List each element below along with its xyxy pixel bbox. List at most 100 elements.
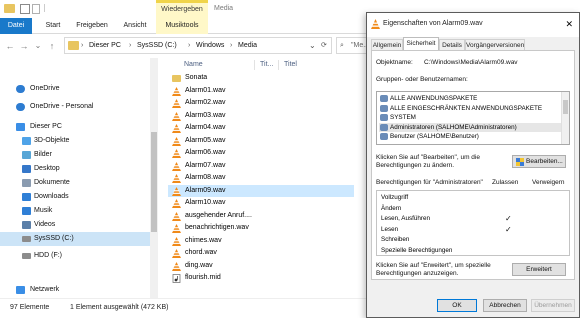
properties-quick-access-icon[interactable] bbox=[20, 4, 30, 14]
file-row[interactable]: chimes.wav bbox=[168, 235, 354, 248]
sidebar-item-label: Videos bbox=[34, 221, 56, 228]
refresh-icon[interactable]: ⟳ bbox=[321, 38, 327, 53]
file-name: chimes.wav bbox=[185, 236, 222, 244]
sidebar-item-netzwerk[interactable]: Netzwerk bbox=[0, 283, 150, 297]
column-header-titel[interactable]: Titel bbox=[284, 58, 297, 72]
sidebar-item-videos[interactable]: Videos bbox=[0, 218, 150, 232]
file-row[interactable]: ding.wav bbox=[168, 260, 354, 273]
address-bar[interactable]: › Dieser PC › SysSSD (C:) › Windows › Me… bbox=[64, 37, 332, 54]
tab-ansicht[interactable]: Ansicht bbox=[118, 18, 152, 34]
security-tab-panel: Objektname: C:\Windows\Media\Alarm09.wav… bbox=[371, 50, 575, 280]
sidebar-item-downloads[interactable]: Downloads bbox=[0, 190, 150, 204]
context-tab-header[interactable]: Wiedergeben bbox=[156, 0, 208, 18]
sidebar-item-musik[interactable]: Musik bbox=[0, 204, 150, 218]
file-row[interactable]: Alarm08.wav bbox=[168, 172, 354, 185]
file-row[interactable]: Alarm07.wav bbox=[168, 160, 354, 173]
sidebar-item-bilder[interactable]: Bilder bbox=[0, 148, 150, 162]
vlc-audio-icon bbox=[172, 99, 181, 108]
vlc-audio-icon bbox=[172, 249, 181, 258]
group-list-item[interactable]: Benutzer (SALHOME\Benutzer) bbox=[379, 132, 561, 141]
tab-datei[interactable]: Datei bbox=[0, 18, 32, 34]
sidebar-item-label: HDD (F:) bbox=[34, 252, 62, 259]
breadcrumb-sysssd[interactable]: SysSSD (C:) bbox=[137, 38, 177, 53]
file-row[interactable]: chord.wav bbox=[168, 247, 354, 260]
column-separator[interactable] bbox=[254, 60, 255, 70]
object-name-value[interactable]: C:\Windows\Media\Alarm09.wav bbox=[424, 59, 518, 66]
group-list-item[interactable]: ALLE EINGESCHRÄNKTEN ANWENDUNGSPAKETE bbox=[379, 104, 561, 113]
breadcrumb-dieser-pc[interactable]: Dieser PC bbox=[89, 38, 121, 53]
forward-button[interactable]: → bbox=[18, 39, 30, 53]
object-name-label: Objektname: bbox=[376, 59, 413, 66]
ok-button[interactable]: OK bbox=[437, 299, 477, 312]
file-row[interactable]: Sonata bbox=[168, 72, 354, 85]
column-separator[interactable] bbox=[278, 60, 279, 70]
dialog-title: Eigenschaften von Alarm09.wav bbox=[383, 20, 483, 27]
breadcrumb-media[interactable]: Media bbox=[238, 38, 257, 53]
permission-row: Ändern bbox=[379, 204, 569, 214]
vlc-audio-icon bbox=[172, 124, 181, 133]
sidebar-item-dokumente[interactable]: Dokumente bbox=[0, 176, 150, 190]
group-list-scrollbar[interactable] bbox=[561, 92, 569, 144]
group-list-scroll-thumb[interactable] bbox=[563, 100, 568, 114]
sidebar-item-onedrive[interactable]: OneDrive bbox=[0, 82, 150, 96]
advanced-button[interactable]: Erweitert bbox=[512, 263, 566, 276]
permission-list: Vollzugriff Ändern Lesen, Ausführen ✓ Lesen ✓… bbox=[376, 190, 570, 256]
group-list-item[interactable]: Administratoren (SALHOME\Administratoren… bbox=[379, 122, 561, 132]
file-row[interactable]: Alarm04.wav bbox=[168, 122, 354, 135]
folder-icon bbox=[172, 75, 181, 82]
sidebar-item-desktop[interactable]: Desktop bbox=[0, 162, 150, 176]
address-dropdown-icon[interactable]: ⌄ bbox=[309, 38, 316, 53]
user-group-icon bbox=[380, 95, 388, 102]
file-row[interactable]: Alarm03.wav bbox=[168, 110, 354, 123]
file-row[interactable]: Alarm05.wav bbox=[168, 135, 354, 148]
breadcrumb-separator: › bbox=[129, 42, 132, 49]
cloud-icon bbox=[16, 103, 25, 111]
group-list-item[interactable]: ALLE ANWENDUNGSPAKETE bbox=[379, 94, 561, 103]
recent-locations-button[interactable]: ⌄ bbox=[32, 39, 44, 53]
file-row[interactable]: Alarm06.wav bbox=[168, 147, 354, 160]
group-list-item[interactable]: SYSTEM bbox=[379, 113, 561, 122]
new-folder-quick-access-icon[interactable] bbox=[32, 4, 40, 14]
vlc-audio-icon bbox=[172, 261, 181, 271]
back-button[interactable]: ← bbox=[4, 39, 16, 53]
tab-sicherheit[interactable]: Sicherheit bbox=[403, 37, 439, 51]
tab-freigeben[interactable]: Freigeben bbox=[72, 18, 112, 34]
tab-start[interactable]: Start bbox=[38, 18, 68, 34]
edit-button[interactable]: Bearbeiten... bbox=[512, 155, 566, 168]
nav-pane-scroll-thumb[interactable] bbox=[151, 132, 157, 232]
apply-button[interactable]: Übernehmen bbox=[531, 299, 575, 312]
sidebar-item-sysssd[interactable]: SysSSD (C:) bbox=[0, 232, 150, 246]
sidebar-item-3d-objekte[interactable]: 3D-Objekte bbox=[0, 134, 150, 148]
sidebar-item-hdd[interactable]: HDD (F:) bbox=[0, 249, 150, 263]
vlc-audio-icon bbox=[172, 174, 181, 183]
file-row[interactable]: ausgehender Anruf.... bbox=[168, 210, 354, 223]
group-list[interactable]: ALLE ANWENDUNGSPAKETE ALLE EINGESCHRÄNKTE… bbox=[376, 91, 570, 145]
file-row[interactable]: Alarm10.wav bbox=[168, 197, 354, 210]
permission-row: Vollzugriff bbox=[379, 193, 569, 203]
column-header-title-short[interactable]: Tit... bbox=[260, 58, 273, 72]
permission-name: Schreiben bbox=[381, 236, 410, 243]
sidebar-item-dieser-pc[interactable]: Dieser PC bbox=[0, 120, 150, 134]
permission-name: Lesen bbox=[381, 225, 399, 233]
sidebar-item-onedrive-personal[interactable]: OneDrive - Personal bbox=[0, 100, 150, 114]
pictures-icon bbox=[22, 151, 31, 159]
vlc-audio-icon bbox=[172, 136, 181, 146]
tab-musiktools[interactable]: Musiktools bbox=[156, 18, 208, 34]
column-header-name[interactable]: Name bbox=[184, 58, 203, 72]
file-row[interactable]: flourish.mid bbox=[168, 272, 354, 285]
status-bar: 97 Elemente 1 Element ausgewählt (472 KB… bbox=[0, 298, 366, 318]
file-name: benachrichtigen.wav bbox=[185, 224, 249, 231]
file-name: Alarm07.wav bbox=[185, 161, 226, 169]
close-button[interactable]: ✕ bbox=[565, 13, 573, 35]
file-row[interactable]: Alarm01.wav bbox=[168, 85, 354, 98]
file-row[interactable]: Alarm02.wav bbox=[168, 97, 354, 110]
properties-dialog: Eigenschaften von Alarm09.wav ✕ Allgemei… bbox=[366, 12, 580, 318]
up-button[interactable]: ↑ bbox=[46, 39, 58, 53]
file-row[interactable]: Alarm09.wav bbox=[168, 184, 354, 197]
file-row[interactable]: benachrichtigen.wav bbox=[168, 222, 354, 235]
cancel-button[interactable]: Abbrechen bbox=[483, 299, 527, 312]
network-icon bbox=[16, 286, 25, 294]
breadcrumb-windows[interactable]: Windows bbox=[196, 38, 224, 53]
vlc-audio-icon bbox=[172, 186, 181, 196]
pc-icon bbox=[16, 123, 25, 131]
